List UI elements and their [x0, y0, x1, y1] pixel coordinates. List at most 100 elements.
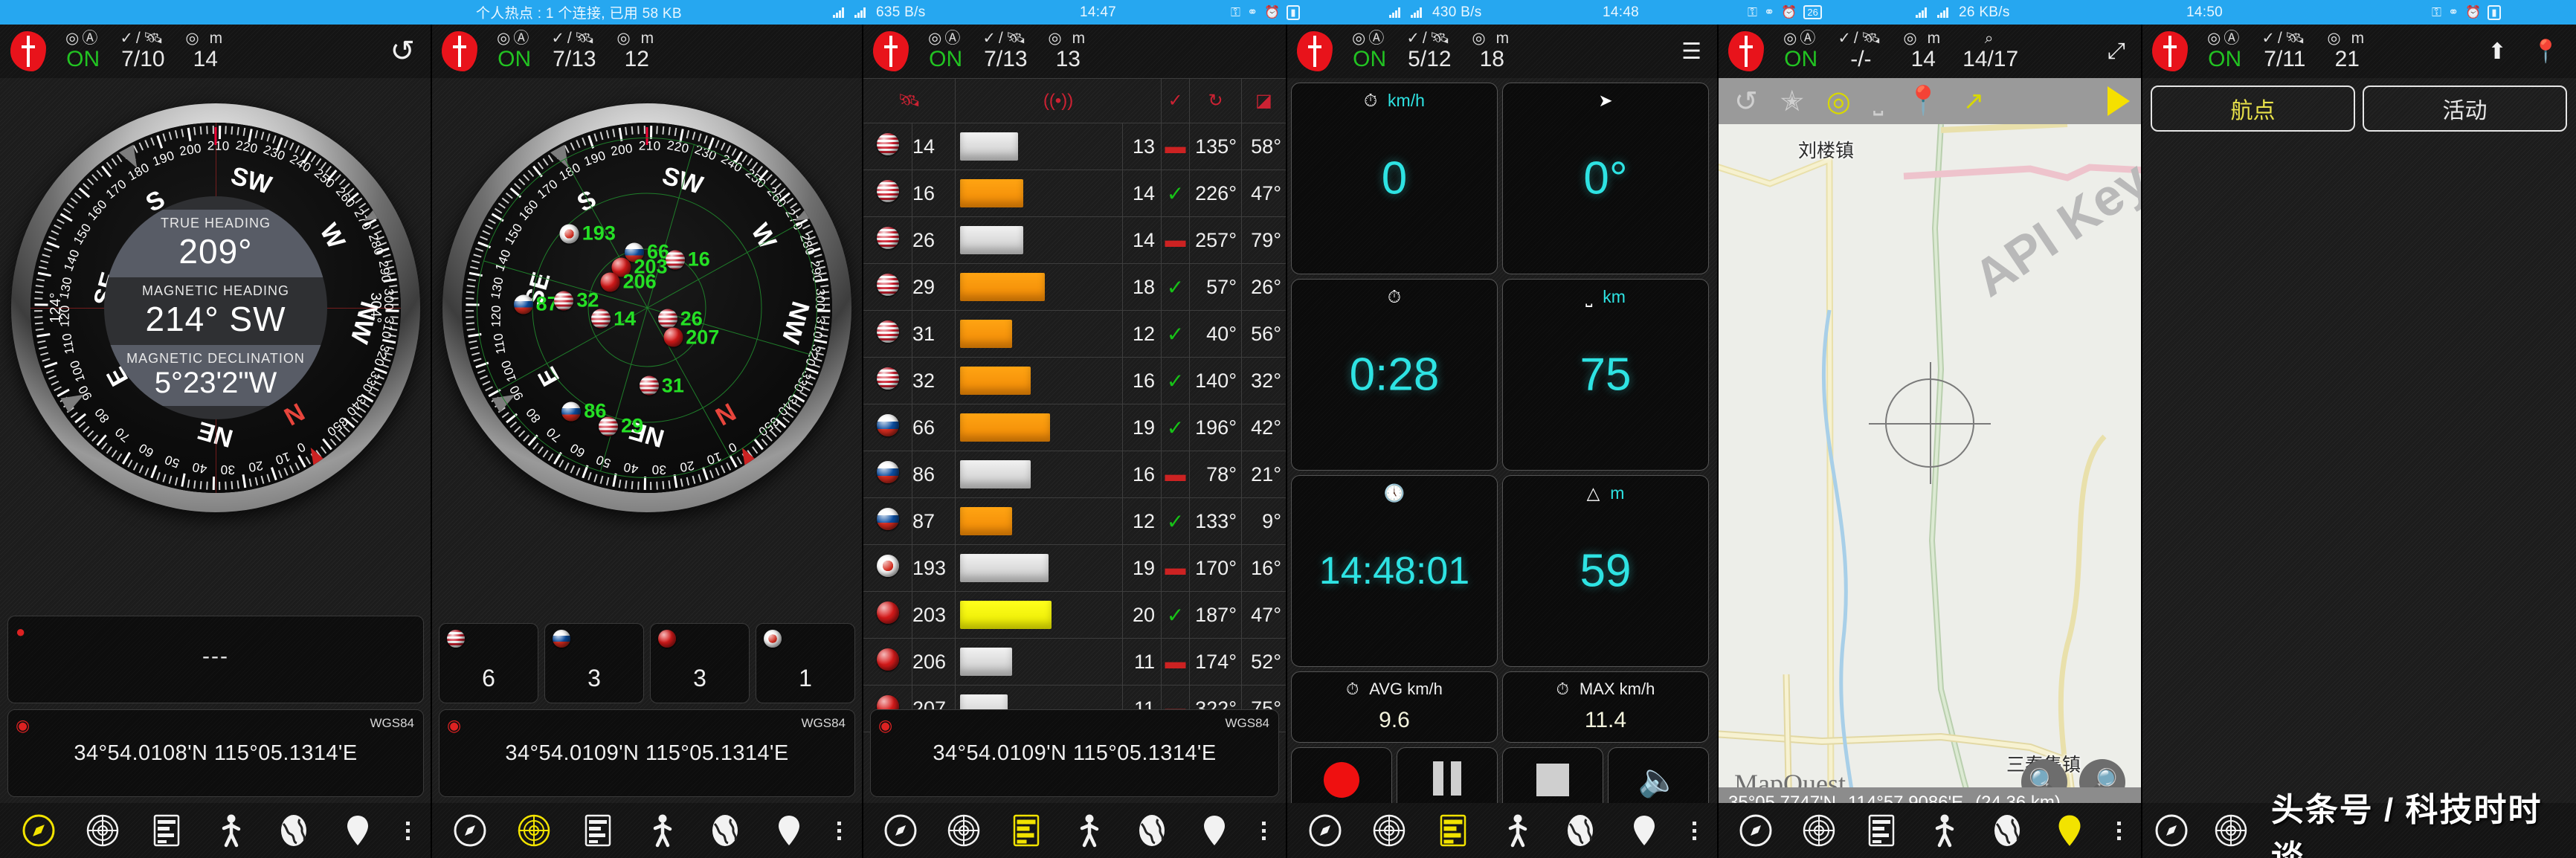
distance-tile[interactable]: ⎵ km 75 — [1502, 279, 1709, 471]
nav-pedestrian-5[interactable] — [1918, 813, 1970, 848]
table-row[interactable]: 203 20 ✓ 187° 47° — [863, 591, 1287, 639]
coordinate-card-1[interactable]: ◉ WGS84 34°54.0108'N 115°05.1314'E — [7, 709, 424, 797]
nav-compass-1[interactable] — [12, 813, 65, 848]
gps-power-status-6[interactable]: ◎Ⓐ ON — [2207, 30, 2242, 72]
speed-tile[interactable]: ⏱ km/h 0 — [1291, 83, 1498, 274]
table-row[interactable]: 66 19 ✓ 196° 42° — [863, 404, 1287, 451]
nav-pedestrian-4[interactable] — [1490, 813, 1544, 848]
nav-compass-5[interactable] — [1730, 813, 1782, 848]
nav-overflow-1[interactable] — [384, 821, 431, 840]
gps-power-status-2[interactable]: ◎Ⓐ ON — [497, 30, 532, 72]
table-row[interactable]: 193 19 ▬ 170° 16° — [863, 544, 1287, 592]
used-column-icon[interactable]: ✓ — [1161, 78, 1190, 123]
map-canvas[interactable]: API Key Re 刘楼镇 三春集镇 MapQuest 🔍 🔎 35°05.7… — [1718, 124, 2142, 819]
waypoint-card[interactable]: ● --- — [7, 616, 424, 703]
nav-satlist-5[interactable] — [1855, 813, 1907, 848]
satellite-column-icon[interactable]: 🛰 — [863, 78, 956, 123]
gps-accuracy-4[interactable]: ◎ m 18 — [1472, 30, 1512, 72]
avg-speed-tile[interactable]: ⏱ AVG km/h 9.6 — [1291, 671, 1498, 743]
gps-accuracy-6[interactable]: ◎ m 21 — [2327, 30, 2367, 72]
gps-fix-status-6[interactable]: ✓/🛰 7/11 — [2261, 30, 2308, 72]
nav-compass-2[interactable] — [443, 813, 497, 848]
coordinate-card-2[interactable]: ◉ WGS84 34°54.0109'N 115°05.1314'E — [439, 709, 855, 797]
nav-satlist-4[interactable] — [1426, 813, 1480, 848]
nav-skyplot-4[interactable] — [1362, 813, 1416, 848]
compass-rose-icon[interactable]: ✭ — [1780, 85, 1804, 118]
nav-globe-3[interactable] — [1126, 813, 1178, 848]
nav-pedestrian-2[interactable] — [635, 813, 689, 848]
constellation-count-card[interactable]: 3 — [544, 623, 644, 703]
gps-accuracy-3[interactable]: ◎ m 13 — [1048, 30, 1088, 72]
nav-skyplot-2[interactable] — [507, 813, 561, 848]
skyplot-satellite[interactable]: 31 — [639, 374, 684, 397]
table-row[interactable]: 86 16 ▬ 78° 21° — [863, 451, 1287, 498]
altitude-tile[interactable]: △ m 59 — [1502, 475, 1709, 667]
skyplot-satellite[interactable]: 87 — [513, 293, 558, 316]
signal-column-icon[interactable]: ((•)) — [955, 78, 1162, 123]
nav-pedestrian-3[interactable] — [1063, 813, 1115, 848]
skyplot-satellite[interactable]: 14 — [591, 307, 636, 330]
max-speed-tile[interactable]: ⏱ MAX km/h 11.4 — [1502, 671, 1709, 743]
add-waypoint-icon[interactable]: 📍 — [1905, 85, 1940, 117]
waypoint-list[interactable] — [2142, 139, 2576, 793]
gps-power-status-1[interactable]: ◎Ⓐ ON — [65, 30, 100, 72]
constellation-count-card[interactable]: 1 — [756, 623, 855, 703]
coordinate-card-3[interactable]: ◉ WGS84 34°54.0109'N 115°05.1314'E — [870, 709, 1279, 797]
skyplot-satellite[interactable]: 207 — [663, 326, 719, 349]
nav-compass-4[interactable] — [1298, 813, 1352, 848]
upload-icon[interactable]: ⬆ — [2488, 39, 2507, 65]
menu-icon[interactable]: ☰ — [1681, 39, 1701, 65]
nav-skyplot-5[interactable] — [1792, 813, 1844, 848]
share-icon[interactable]: ↗ — [1963, 86, 1985, 116]
nav-waypoint-4[interactable] — [1617, 813, 1671, 848]
nav-overflow-2[interactable] — [816, 821, 863, 840]
table-row[interactable]: 206 11 ▬ 174° 52° — [863, 638, 1287, 686]
gps-accuracy-2[interactable]: ◎ m 12 — [616, 30, 657, 72]
timer-tile[interactable]: ⏱ 0:28 — [1291, 279, 1498, 471]
gps-fix-status-5[interactable]: ✓/🛰 -/- — [1838, 30, 1884, 72]
nav-skyplot-6[interactable] — [2201, 813, 2261, 848]
compass-dial[interactable]: 0 10 20 30 40 50 60 70 80 90 100 110 120 130 140 150 160… — [0, 78, 431, 599]
nav-skyplot-3[interactable] — [937, 813, 989, 848]
elevation-column-icon[interactable]: ◪ — [1241, 78, 1287, 123]
tab-waypoints[interactable]: 航点 — [2151, 86, 2355, 132]
refresh-icon[interactable]: ↺ — [390, 34, 415, 68]
nav-pedestrian-1[interactable] — [204, 813, 257, 848]
fullscreen-icon[interactable]: ⤢ — [2108, 39, 2125, 64]
nav-waypoint-2[interactable] — [762, 813, 816, 848]
nav-overflow-3[interactable] — [1240, 821, 1287, 840]
nav-satlist-1[interactable] — [140, 813, 193, 848]
constellation-count-card[interactable]: 3 — [650, 623, 750, 703]
skyplot-satellite[interactable]: 206 — [600, 271, 657, 294]
rotate-icon[interactable]: ↺ — [1734, 85, 1758, 118]
gps-power-status-3[interactable]: ◎Ⓐ ON — [928, 30, 963, 72]
skyplot-dial[interactable]: 0102030405060708090100110120130140150160… — [431, 78, 863, 599]
clock-tile[interactable]: 🕔 14:48:01 — [1291, 475, 1498, 667]
table-row[interactable]: 31 12 ✓ 40° 56° — [863, 310, 1287, 358]
gps-fix-status-2[interactable]: ✓/🛰 7/13 — [551, 30, 597, 72]
nav-satlist-2[interactable] — [571, 813, 625, 848]
gps-accuracy-5[interactable]: ◎ m 14 — [1903, 30, 1943, 72]
nav-compass-6[interactable] — [2142, 813, 2201, 848]
nav-overflow-5[interactable] — [2096, 821, 2142, 840]
nav-satlist-3[interactable] — [1000, 813, 1052, 848]
nav-globe-4[interactable] — [1553, 813, 1607, 848]
add-waypoint-icon[interactable]: 📍 — [2532, 39, 2560, 65]
gps-fix-status-4[interactable]: ✓/🛰 5/12 — [1406, 30, 1452, 72]
skyplot-satellite[interactable]: 29 — [599, 415, 643, 438]
nav-waypoint-1[interactable] — [331, 813, 384, 848]
ruler-icon[interactable]: ⎵ — [1873, 87, 1884, 116]
table-row[interactable]: 14 13 ▬ 135° 58° — [863, 123, 1287, 170]
skyplot-satellite[interactable]: 16 — [665, 248, 710, 271]
gps-fix-status-1[interactable]: ✓/🛰 7/10 — [120, 30, 166, 72]
nav-skyplot-1[interactable] — [76, 813, 129, 848]
azimuth-column-icon[interactable]: ↻ — [1189, 78, 1242, 123]
play-icon[interactable] — [2108, 86, 2130, 116]
map-page-indicator[interactable]: ⌕ 14/17 — [1962, 30, 2018, 72]
gps-power-status-5[interactable]: ◎Ⓐ ON — [1783, 30, 1818, 72]
table-row[interactable]: 26 14 ▬ 257° 79° — [863, 216, 1287, 264]
table-row[interactable]: 16 14 ✓ 226° 47° — [863, 170, 1287, 217]
bearing-tile[interactable]: ➤ 0° — [1502, 83, 1709, 274]
gps-accuracy-1[interactable]: ◎ m 14 — [185, 30, 225, 72]
nav-compass-3[interactable] — [875, 813, 927, 848]
